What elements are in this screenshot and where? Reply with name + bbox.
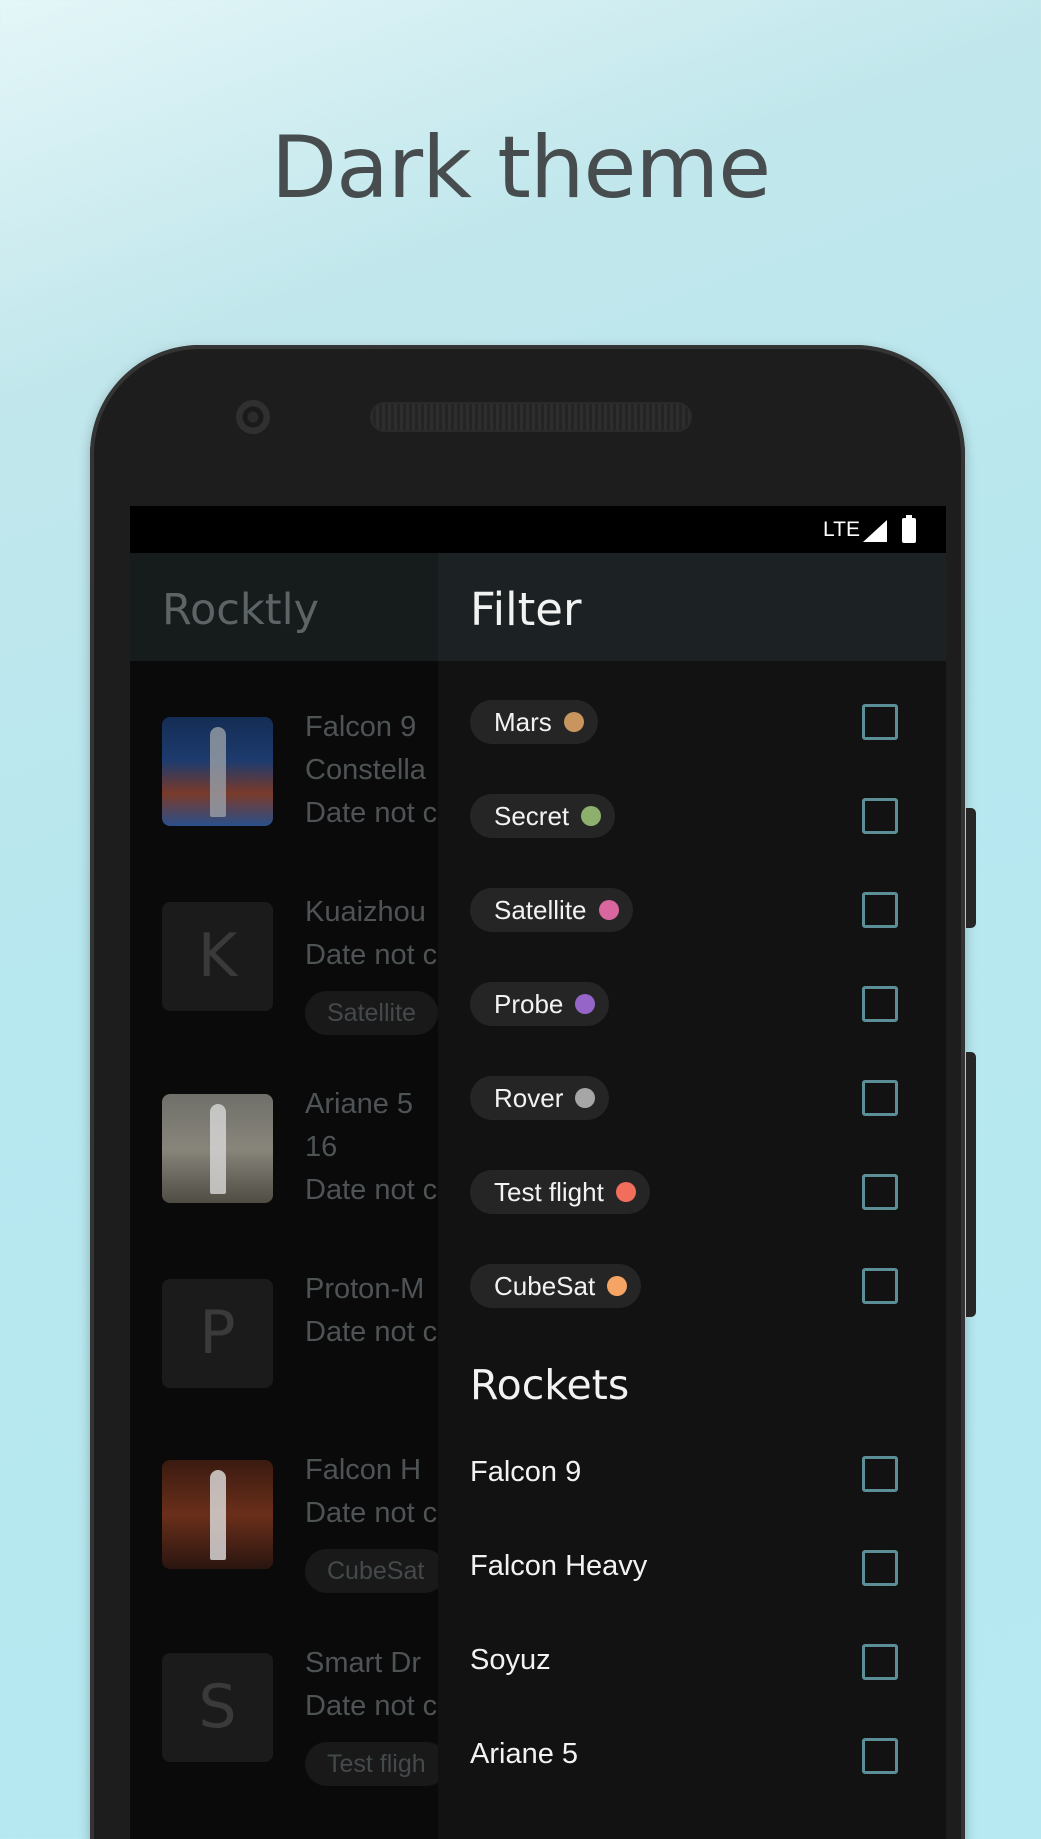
launch-date: Date not c: [305, 1174, 438, 1206]
launch-title: Proton-M: [305, 1273, 425, 1305]
rocket-checkbox[interactable]: [862, 1644, 898, 1680]
phone-screen: LTE Rocktly Falcon 9 Constella Date not …: [130, 506, 946, 1839]
tag-chip: Secret: [470, 794, 616, 838]
launch-date: Date not c: [305, 1497, 438, 1529]
rocket-image: [210, 727, 226, 817]
tag-checkbox[interactable]: [862, 704, 898, 740]
tag-checkbox[interactable]: [862, 892, 898, 928]
filter-tag-cubesat[interactable]: CubeSat: [438, 1240, 946, 1334]
power-button: [966, 808, 976, 928]
launch-title: Ariane 5: [305, 1088, 414, 1120]
launch-date: Date not c: [305, 1690, 438, 1722]
launch-thumbnail: K: [162, 902, 273, 1011]
tag-color-dot: [598, 900, 619, 920]
tag-label: CubeSat: [494, 1271, 596, 1301]
launch-title: 16: [305, 1131, 338, 1163]
tag-chip: Satellite: [470, 888, 633, 932]
tag-checkbox[interactable]: [862, 798, 898, 834]
rocket-label: Ariane 5: [470, 1738, 579, 1770]
filter-drawer: Filter Mars Secret Satellite Probe Rover…: [438, 553, 946, 1839]
tag-checkbox[interactable]: [862, 1080, 898, 1116]
launch-date: Date not c: [305, 939, 438, 971]
tag-chip: CubeSat: [470, 1264, 642, 1308]
tag-checkbox[interactable]: [862, 1268, 898, 1304]
tag-chip: Test fligh: [305, 1742, 448, 1786]
tag-color-dot: [575, 994, 596, 1014]
rocket-image: [210, 1470, 226, 1560]
tag-color-dot: [581, 806, 602, 826]
launch-title: Smart Dr: [305, 1647, 421, 1679]
tag-chip: Mars: [470, 700, 598, 744]
tag-label: Probe: [494, 989, 564, 1019]
network-label: LTE: [823, 518, 860, 541]
volume-button: [966, 1052, 976, 1317]
filter-tag-mars[interactable]: Mars: [438, 676, 946, 770]
rocket-label: Soyuz: [470, 1644, 551, 1676]
filter-tag-item[interactable]: [438, 661, 946, 675]
tag-label: Mars: [494, 707, 552, 737]
launch-title: Falcon H: [305, 1454, 422, 1486]
filter-tag-probe[interactable]: Probe: [438, 958, 946, 1052]
tag-chip: Test flight: [470, 1170, 650, 1214]
rocket-image: [210, 1104, 226, 1194]
filter-tag-test-flight[interactable]: Test flight: [438, 1146, 946, 1240]
launch-thumbnail: P: [162, 1279, 273, 1388]
tag-label: Secret: [494, 801, 570, 831]
rockets-section-title: Rockets: [470, 1361, 630, 1409]
filter-list[interactable]: Mars Secret Satellite Probe Rover Test f…: [438, 661, 946, 1839]
tag-label: Satellite: [494, 895, 587, 925]
launch-thumbnail: [162, 1460, 273, 1569]
tag-chip: Satellite: [305, 991, 438, 1035]
filter-tag-secret[interactable]: Secret: [438, 770, 946, 864]
headline: Dark theme: [270, 118, 771, 218]
launch-thumbnail: [162, 1094, 273, 1203]
app-title: Rocktly: [162, 585, 320, 635]
battery-icon: [902, 515, 916, 543]
rocket-checkbox[interactable]: [862, 1456, 898, 1492]
rocket-checkbox[interactable]: [862, 1738, 898, 1774]
tag-chip: Probe: [470, 982, 610, 1026]
tag-chip: Rover: [470, 1076, 610, 1120]
launch-thumbnail: S: [162, 1653, 273, 1762]
rocket-checkbox[interactable]: [862, 1550, 898, 1586]
tag-color-dot: [575, 1088, 596, 1108]
rocket-label: Falcon Heavy: [470, 1550, 648, 1582]
tag-checkbox[interactable]: [862, 986, 898, 1022]
filter-rocket-falcon-9[interactable]: Falcon 9: [438, 1428, 946, 1522]
filter-header: Filter: [438, 553, 946, 661]
filter-tag-satellite[interactable]: Satellite: [438, 864, 946, 958]
filter-rocket-soyuz[interactable]: Soyuz: [438, 1616, 946, 1710]
launch-title: Kuaizhou: [305, 896, 426, 928]
rocket-label: Falcon 9: [470, 1456, 582, 1488]
tag-color-dot: [563, 712, 584, 732]
front-camera: [236, 400, 270, 434]
tag-label: Test flight: [494, 1177, 604, 1207]
earpiece-speaker: [370, 402, 692, 432]
launch-thumbnail: [162, 717, 273, 826]
filter-tag-rover[interactable]: Rover: [438, 1052, 946, 1146]
tag-chip: CubeSat: [305, 1549, 447, 1593]
filter-title: Filter: [470, 583, 582, 636]
tag-label: Rover: [494, 1083, 564, 1113]
filter-rocket-ariane-5[interactable]: Ariane 5: [438, 1710, 946, 1804]
tag-color-dot: [615, 1182, 636, 1202]
signal-icon: [863, 520, 887, 542]
launch-date: Date not c: [305, 797, 438, 829]
launch-date: Date not c: [305, 1316, 438, 1348]
filter-rocket-falcon-heavy[interactable]: Falcon Heavy: [438, 1522, 946, 1616]
tag-color-dot: [607, 1276, 628, 1296]
launch-title: Constella: [305, 754, 426, 786]
status-bar: LTE: [130, 506, 946, 553]
launch-title: Falcon 9: [305, 711, 417, 743]
tag-checkbox[interactable]: [862, 1174, 898, 1210]
